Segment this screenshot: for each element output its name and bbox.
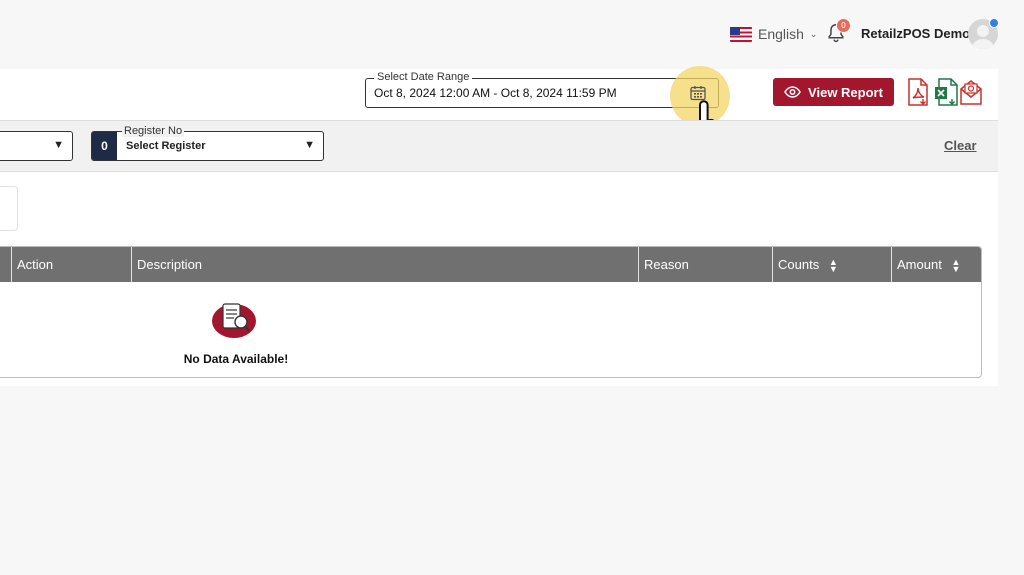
- filter-select[interactable]: ▼: [0, 131, 73, 161]
- column-header-action[interactable]: Action: [11, 247, 131, 282]
- eye-icon: [784, 86, 801, 98]
- filter-bar: ▼ 0 Register No Select Register ▼ Clear: [0, 120, 998, 172]
- sort-icon: ▲ ▼: [951, 256, 961, 274]
- column-label: Amount: [897, 257, 942, 272]
- register-select[interactable]: 0 Register No Select Register ▼: [91, 125, 324, 161]
- dropdown-arrow-icon: ▼: [53, 139, 64, 151]
- language-label: English: [758, 26, 804, 42]
- user-name[interactable]: RetailzPOS Demo: [861, 26, 970, 41]
- report-panel: Select Date Range Oct 8, 2024 12:00 AM -…: [0, 66, 998, 386]
- column-label: Action: [17, 257, 54, 272]
- notification-badge: 0: [836, 18, 851, 33]
- table-header: Action Description Reason Counts ▲ ▼ Amou…: [0, 247, 981, 282]
- email-icon[interactable]: [959, 78, 983, 106]
- date-range-value: Oct 8, 2024 12:00 AM - Oct 8, 2024 11:59…: [374, 86, 617, 100]
- register-value: Select Register: [126, 140, 206, 152]
- online-status-dot: [989, 18, 999, 28]
- column-label: Description: [137, 257, 203, 272]
- chevron-down-icon: ⌄: [809, 28, 818, 39]
- clear-link[interactable]: Clear: [944, 138, 977, 153]
- language-selector[interactable]: English ⌄: [730, 24, 817, 44]
- pdf-icon[interactable]: [906, 78, 930, 106]
- empty-state-message: No Data Available!: [183, 352, 289, 366]
- date-range-label: Select Date Range: [374, 71, 473, 83]
- column-label: Reason: [644, 257, 689, 272]
- excel-icon[interactable]: [934, 78, 958, 106]
- register-count-badge: 0: [92, 132, 117, 160]
- card-edge: [0, 186, 18, 231]
- column-header-description[interactable]: Description: [131, 247, 638, 282]
- table-header-cell: [0, 247, 11, 282]
- view-report-label: View Report: [808, 84, 883, 100]
- column-header-reason[interactable]: Reason: [638, 247, 772, 282]
- column-header-amount[interactable]: Amount ▲ ▼: [891, 247, 981, 282]
- column-header-counts[interactable]: Counts ▲ ▼: [772, 247, 891, 282]
- dropdown-arrow-icon: ▼: [304, 139, 315, 151]
- top-bar: English ⌄ 0 RetailzPOS Demo: [0, 0, 1024, 68]
- register-label: Register No: [122, 125, 185, 137]
- report-table: Action Description Reason Counts ▲ ▼ Amou…: [0, 246, 982, 378]
- sort-icon: ▲ ▼: [828, 256, 838, 274]
- no-data-icon: [212, 303, 256, 338]
- view-report-button[interactable]: View Report: [773, 78, 894, 106]
- us-flag-icon: [730, 26, 752, 42]
- date-range-field[interactable]: Select Date Range Oct 8, 2024 12:00 AM -…: [365, 71, 719, 108]
- column-label: Counts: [778, 257, 820, 272]
